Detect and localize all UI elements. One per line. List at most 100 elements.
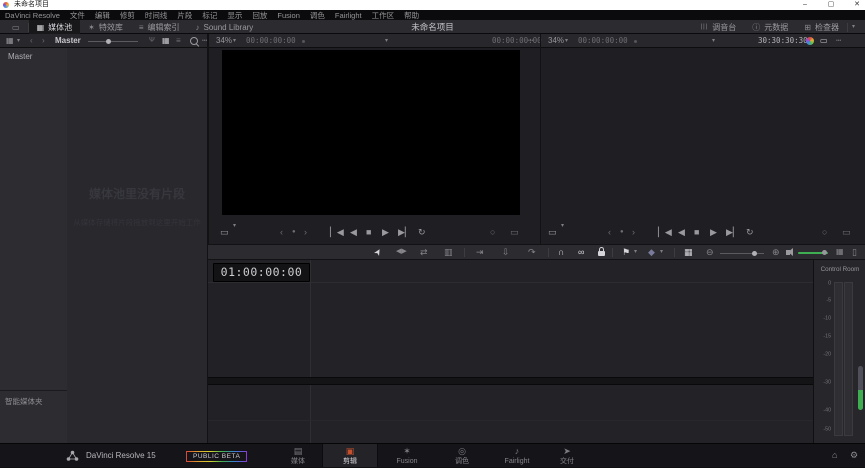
menu-edit[interactable]: 编辑	[95, 10, 110, 21]
first-frame-button[interactable]: ▏◀	[330, 226, 344, 238]
grid-view-icon[interactable]: ▦	[162, 34, 170, 48]
stop-button[interactable]: ■	[694, 226, 699, 238]
source-clip-dropdown-icon[interactable]: ▾	[385, 34, 388, 48]
trim-edit-mode-icon[interactable]: ◀▶	[396, 245, 407, 259]
position-lock-icon[interactable]	[598, 247, 605, 256]
source-display-mode-icon[interactable]: ▭	[220, 226, 229, 238]
thumbnail-size-slider[interactable]	[88, 41, 138, 42]
chevron-down-icon[interactable]: ▾	[561, 219, 564, 233]
usage-filter-icon[interactable]: Ψ	[149, 34, 155, 48]
edit-index-button[interactable]: ≡ 编辑索引	[131, 20, 188, 34]
menu-fusion[interactable]: Fusion	[277, 11, 300, 20]
chevron-down-icon[interactable]: ▾	[17, 34, 20, 48]
keyboard-mapping-icon[interactable]: ▦	[836, 245, 844, 259]
play-reverse-button[interactable]: ◀	[678, 226, 685, 238]
loop-button[interactable]: ↻	[418, 226, 426, 238]
last-frame-button[interactable]: ▶▏	[726, 226, 740, 238]
tab-color[interactable]: ◎ 调色	[434, 444, 490, 467]
source-options-icon[interactable]: •••	[528, 34, 533, 48]
menu-color[interactable]: 调色	[310, 10, 325, 21]
jog-right-icon[interactable]: ›	[632, 226, 635, 238]
match-frame-icon[interactable]: ○	[490, 226, 495, 238]
menu-clip[interactable]: 片段	[177, 10, 192, 21]
insert-clip-icon[interactable]: ⇥	[476, 245, 484, 259]
timeline-track-separator[interactable]	[208, 377, 813, 385]
speaker-icon[interactable]	[786, 248, 793, 256]
jog-wheel-icon[interactable]: ●	[292, 226, 296, 238]
smart-bins-label[interactable]: 智能媒体夹	[5, 396, 43, 407]
chevron-down-icon[interactable]: ▾	[233, 219, 236, 233]
jog-right-icon[interactable]: ›	[304, 226, 307, 238]
marker-icon[interactable]: ◆	[648, 245, 655, 259]
playhead-timecode[interactable]: 01:00:00:00	[213, 263, 310, 282]
tab-deliver[interactable]: ➤ 交付	[539, 444, 595, 467]
bin-view-icon[interactable]: ▦	[6, 34, 14, 48]
bin-forward-icon[interactable]: ›	[42, 34, 45, 48]
minimize-button[interactable]: –	[798, 0, 812, 10]
tab-fairlight[interactable]: ♪ Fairlight	[489, 444, 545, 467]
chevron-down-icon[interactable]: ▾	[565, 34, 568, 48]
timeline-zoom-slider[interactable]	[720, 253, 764, 254]
match-frame-icon[interactable]: ○	[822, 226, 827, 238]
panel-resize-handle[interactable]	[858, 366, 863, 410]
bin-item-master[interactable]: Master	[8, 52, 32, 61]
jog-left-icon[interactable]: ‹	[608, 226, 611, 238]
play-button[interactable]: ▶	[710, 226, 717, 238]
zoom-out-icon[interactable]: ⊖	[706, 245, 714, 259]
search-icon[interactable]	[190, 37, 198, 45]
timeline-view-options-icon[interactable]: ▦	[684, 245, 693, 259]
menu-view[interactable]: 显示	[227, 10, 242, 21]
timeline-zoom-level[interactable]: 34%	[548, 34, 564, 48]
viewer-mode-icon[interactable]: ▭	[820, 34, 828, 48]
timeline-display-mode-icon[interactable]: ▭	[548, 226, 557, 238]
jog-left-icon[interactable]: ‹	[280, 226, 283, 238]
mixer-collapse-icon[interactable]: ▯	[852, 245, 857, 259]
menu-file[interactable]: 文件	[70, 10, 85, 21]
stop-button[interactable]: ■	[366, 226, 371, 238]
color-wheel-icon[interactable]	[806, 37, 814, 45]
chevron-down-icon[interactable]: ▾	[660, 245, 663, 259]
maximize-button[interactable]: ▢	[824, 0, 838, 10]
menu-playback[interactable]: 回放	[252, 10, 267, 21]
tab-fusion[interactable]: ✶ Fusion	[379, 444, 435, 467]
thumbnail-size-handle[interactable]	[106, 39, 111, 44]
chevron-down-icon[interactable]: ▾	[233, 34, 236, 48]
timeline-dropdown-icon[interactable]: ▾	[712, 34, 715, 48]
in-out-range-icon[interactable]: ▭	[842, 226, 851, 238]
selection-tool-icon[interactable]: ➤	[370, 245, 386, 259]
replace-clip-icon[interactable]: ↷	[528, 245, 536, 259]
sound-library-button[interactable]: ♪ Sound Library	[188, 20, 262, 34]
inspector-button[interactable]: ⊞ 检查器	[796, 20, 847, 34]
menu-trim[interactable]: 修剪	[120, 10, 135, 21]
flag-icon[interactable]: ⚑	[622, 245, 630, 259]
project-manager-icon[interactable]: ⌂	[832, 444, 837, 467]
in-out-range-icon[interactable]: ▭	[510, 226, 519, 238]
snapping-icon[interactable]: ∩	[558, 245, 564, 259]
overwrite-clip-icon[interactable]: ⇩	[502, 245, 510, 259]
play-button[interactable]: ▶	[382, 226, 389, 238]
timeline-zoom-handle[interactable]	[752, 251, 757, 256]
loop-button[interactable]: ↻	[746, 226, 754, 238]
chevron-down-icon[interactable]: ▾	[634, 245, 637, 259]
menu-timeline[interactable]: 时间线	[145, 10, 168, 21]
first-frame-button[interactable]: ▏◀	[658, 226, 672, 238]
zoom-in-icon[interactable]: ⊕	[772, 245, 780, 259]
menu-workspace[interactable]: 工作区	[372, 10, 395, 21]
blade-edit-icon[interactable]: ▥	[444, 245, 453, 259]
menu-davinci-resolve[interactable]: DaVinci Resolve	[5, 11, 60, 20]
metadata-button[interactable]: ⓘ 元数据	[744, 20, 796, 34]
timeline-viewer-options-icon[interactable]: •••	[836, 34, 841, 48]
menu-help[interactable]: 帮助	[404, 10, 419, 21]
dual-monitor-toggle[interactable]: ▭	[4, 20, 28, 34]
tab-media[interactable]: ▤ 媒体	[270, 444, 326, 467]
project-settings-gear-icon[interactable]: ⚙	[850, 444, 858, 467]
menu-mark[interactable]: 标记	[202, 10, 217, 21]
workspace-overflow-button[interactable]: ▾	[848, 20, 859, 34]
media-pool-button[interactable]: ▦ 媒体池	[28, 20, 81, 34]
close-button[interactable]: ✕	[850, 0, 864, 10]
tab-edit[interactable]: ▣ 剪辑	[322, 444, 378, 467]
audio-volume-handle[interactable]	[822, 250, 827, 255]
source-viewer-video[interactable]	[222, 50, 520, 215]
jog-wheel-icon[interactable]: ●	[620, 226, 624, 238]
linked-selection-icon[interactable]: ∞	[578, 245, 584, 259]
